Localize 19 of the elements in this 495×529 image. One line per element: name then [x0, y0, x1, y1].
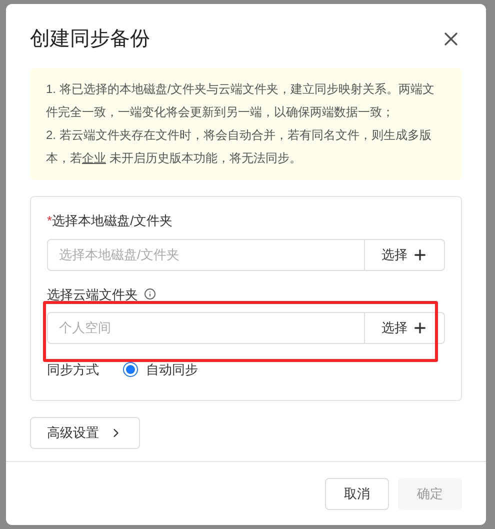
radio-option[interactable]: 自动同步 [123, 360, 198, 380]
required-mark: * [47, 212, 52, 230]
footer-button[interactable]: 取消 [325, 478, 389, 510]
enterprise-link[interactable]: 企业 [82, 151, 106, 165]
path-field[interactable]: 选择本地磁盘/文件夹 选择 [47, 238, 445, 270]
field-label: 选择本地磁盘/文件夹 [52, 212, 173, 230]
plus-icon [412, 320, 428, 336]
notice-text: 1. 将已选择的本地磁盘/文件夹与云端文件夹，建立同步映射关系。两端文件完全一致，一端变化将会更新到另一端，以确保两端数据一致； [46, 81, 436, 121]
radio-button[interactable] [123, 362, 138, 378]
select-button[interactable]: 选择 [364, 240, 444, 270]
dialog-title: 创建同步备份 [30, 27, 150, 52]
sync-mode-label: 同步方式 [47, 361, 100, 379]
select-button[interactable]: 选择 [364, 313, 444, 343]
advanced-settings-button[interactable]: 高级设置 [30, 416, 140, 448]
plus-icon [412, 246, 428, 262]
field-label: 选择云端文件夹 [47, 286, 138, 304]
notice-text: 2. 若云端文件夹存在文件时，将会自动合并，若有同名文件，则生成多版本，若企业 未开启历史版本功能，将无法同步。 [46, 127, 432, 167]
path-field[interactable]: 个人空间 选择 [47, 312, 445, 344]
info-icon[interactable] [144, 288, 156, 300]
